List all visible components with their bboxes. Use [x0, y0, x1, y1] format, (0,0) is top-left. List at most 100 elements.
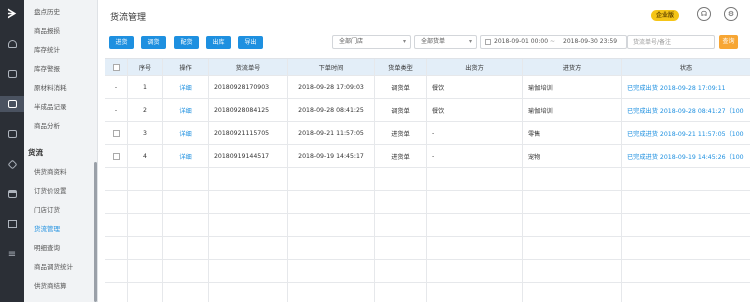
date-range-picker[interactable]: 2018-09-01 00:00 ~ 2018-09-30 23:59 — [480, 35, 627, 49]
col-seq: 序号 — [128, 59, 163, 75]
col-operation: 操作 — [163, 59, 209, 75]
table-row[interactable]: 3 详细 20180921115705 2018-09-21 11:57:05 … — [105, 122, 750, 145]
empty-row — [105, 237, 750, 260]
sidebar-item-semi-finished[interactable]: 半成品记录 — [24, 98, 95, 116]
table-row[interactable]: - 1 详细 20180928170903 2018-09-28 17:09:0… — [105, 76, 750, 99]
detail-link[interactable]: 详细 — [163, 122, 209, 144]
detail-link[interactable]: 详细 — [163, 99, 209, 121]
sidebar-item-material-usage[interactable]: 原材料消耗 — [24, 79, 95, 97]
report-icon[interactable] — [0, 126, 24, 142]
detail-link[interactable]: 详细 — [163, 76, 209, 98]
sidebar-scrollbar[interactable] — [94, 162, 97, 302]
row-to: 宠物 — [523, 145, 622, 167]
gear-icon[interactable]: ⚙ — [724, 7, 738, 21]
row-checkbox[interactable] — [112, 152, 120, 160]
sidebar-item-order-price[interactable]: 订货价设置 — [24, 182, 95, 200]
row-status: 已完成进货 2018-09-21 11:57:05（100 — [627, 130, 744, 138]
detail-link[interactable]: 详细 — [163, 145, 209, 167]
monitor-icon[interactable] — [0, 66, 24, 82]
row-time: 2018-09-21 11:57:05 — [288, 122, 375, 144]
search-input[interactable] — [627, 35, 715, 49]
row-to: 零售 — [523, 122, 622, 144]
row-status: 已完成进货 2018-09-19 14:45:26（100 — [627, 153, 744, 161]
main-panel: 货流管理 企业版 ☊ ⚙ 进货 调货 配货 出库 导出 全部门店 ▾ 全部货单 … — [99, 0, 750, 302]
row-type: 调货单 — [375, 99, 427, 121]
inventory-icon[interactable] — [0, 96, 24, 112]
date-separator: ~ — [550, 38, 556, 45]
menu-icon[interactable]: ≡ — [0, 246, 24, 262]
col-type: 货单类型 — [375, 59, 427, 75]
sidebar-item-suppliers[interactable]: 供货商资料 — [24, 163, 95, 181]
row-seq: 4 — [128, 145, 163, 167]
empty-row — [105, 214, 750, 237]
sidebar-item-supplier-settlement[interactable]: 供货商结算 — [24, 277, 95, 295]
row-from: 餐饮 — [427, 99, 523, 121]
sidebar-group-title: 货流 — [28, 148, 43, 157]
export-button[interactable]: 导出 — [238, 36, 263, 49]
calendar-icon — [485, 39, 491, 45]
row-flow-no: 20180919144517 — [209, 145, 288, 167]
col-flow-no: 货流单号 — [209, 59, 288, 75]
row-time: 2018-09-28 17:09:03 — [288, 76, 375, 98]
row-time: 2018-09-19 14:45:17 — [288, 145, 375, 167]
sidebar-item-store-order[interactable]: 门店订货 — [24, 201, 95, 219]
table-header: 序号 操作 货流单号 下单时间 货单类型 出货方 进货方 状态 — [105, 59, 750, 76]
chevron-down-icon: ▾ — [402, 38, 406, 45]
search-button[interactable]: 查询 — [719, 35, 738, 49]
row-check[interactable] — [105, 122, 128, 144]
empty-row — [105, 283, 750, 302]
icon-rail: ᗒ ≡ — [0, 0, 24, 302]
row-type: 调货单 — [375, 76, 427, 98]
store-select-value: 全部门店 — [339, 38, 364, 45]
type-select-value: 全部货单 — [421, 38, 446, 45]
sidebar-item-transfer-stats[interactable]: 商品调货统计 — [24, 258, 95, 276]
row-time: 2018-09-28 08:41:25 — [288, 99, 375, 121]
row-flow-no: 20180921115705 — [209, 122, 288, 144]
date-to: 2018-09-30 23:59 — [563, 38, 618, 45]
sidebar-item-inventory-history[interactable]: 盘点历史 — [24, 3, 95, 21]
row-type: 进货单 — [375, 122, 427, 144]
logo-icon[interactable]: ᗒ — [0, 6, 24, 22]
row-from: - — [427, 122, 523, 144]
empty-row — [105, 260, 750, 283]
select-all-cell[interactable] — [105, 59, 128, 75]
distribute-button[interactable]: 配货 — [174, 36, 199, 49]
table-row[interactable]: 4 详细 20180919144517 2018-09-19 14:45:17 … — [105, 145, 750, 168]
col-to: 进货方 — [523, 59, 622, 75]
row-to: 瑜伽培训 — [523, 76, 622, 98]
store-select[interactable]: 全部门店 ▾ — [332, 35, 411, 49]
sidebar-item-stock-alert[interactable]: 库存警报 — [24, 60, 95, 78]
transfer-button[interactable]: 调货 — [141, 36, 166, 49]
row-check: - — [105, 76, 128, 98]
bank-icon[interactable] — [0, 186, 24, 202]
row-status: 已完成出货 2018-09-28 08:41:27（100 — [627, 107, 744, 115]
chart-icon[interactable] — [0, 216, 24, 232]
chevron-down-icon: ▾ — [468, 38, 472, 45]
row-checkbox[interactable] — [112, 129, 120, 137]
row-check: - — [105, 99, 128, 121]
stock-in-button[interactable]: 进货 — [109, 36, 134, 49]
sidebar-menu: 盘点历史 商品报损 库存统计 库存警报 原材料消耗 半成品记录 商品分析 货流 … — [24, 0, 98, 302]
sidebar-item-damage-report[interactable]: 商品报损 — [24, 22, 95, 40]
select-all-checkbox[interactable] — [112, 63, 120, 71]
headset-icon[interactable]: ☊ — [697, 7, 711, 21]
col-order-time: 下单时间 — [288, 59, 375, 75]
edition-badge: 企业版 — [651, 10, 680, 21]
row-type: 进货单 — [375, 145, 427, 167]
row-flow-no: 20180928084125 — [209, 99, 288, 121]
cloud-icon[interactable] — [0, 36, 24, 52]
page-title: 货流管理 — [110, 13, 147, 23]
sidebar-item-goods-flow[interactable]: 货流管理 — [24, 220, 95, 238]
row-seq: 2 — [128, 99, 163, 121]
row-check[interactable] — [105, 145, 128, 167]
sidebar-item-product-analysis[interactable]: 商品分析 — [24, 117, 95, 135]
type-select[interactable]: 全部货单 ▾ — [414, 35, 477, 49]
stock-out-button[interactable]: 出库 — [206, 36, 231, 49]
table-row[interactable]: - 2 详细 20180928084125 2018-09-28 08:41:2… — [105, 99, 750, 122]
sidebar-item-detail-query[interactable]: 明细查询 — [24, 239, 95, 257]
diamond-icon[interactable] — [0, 156, 24, 172]
row-seq: 3 — [128, 122, 163, 144]
row-from: 餐饮 — [427, 76, 523, 98]
sidebar-item-stock-stats[interactable]: 库存统计 — [24, 41, 95, 59]
date-from: 2018-09-01 00:00 — [494, 38, 549, 45]
